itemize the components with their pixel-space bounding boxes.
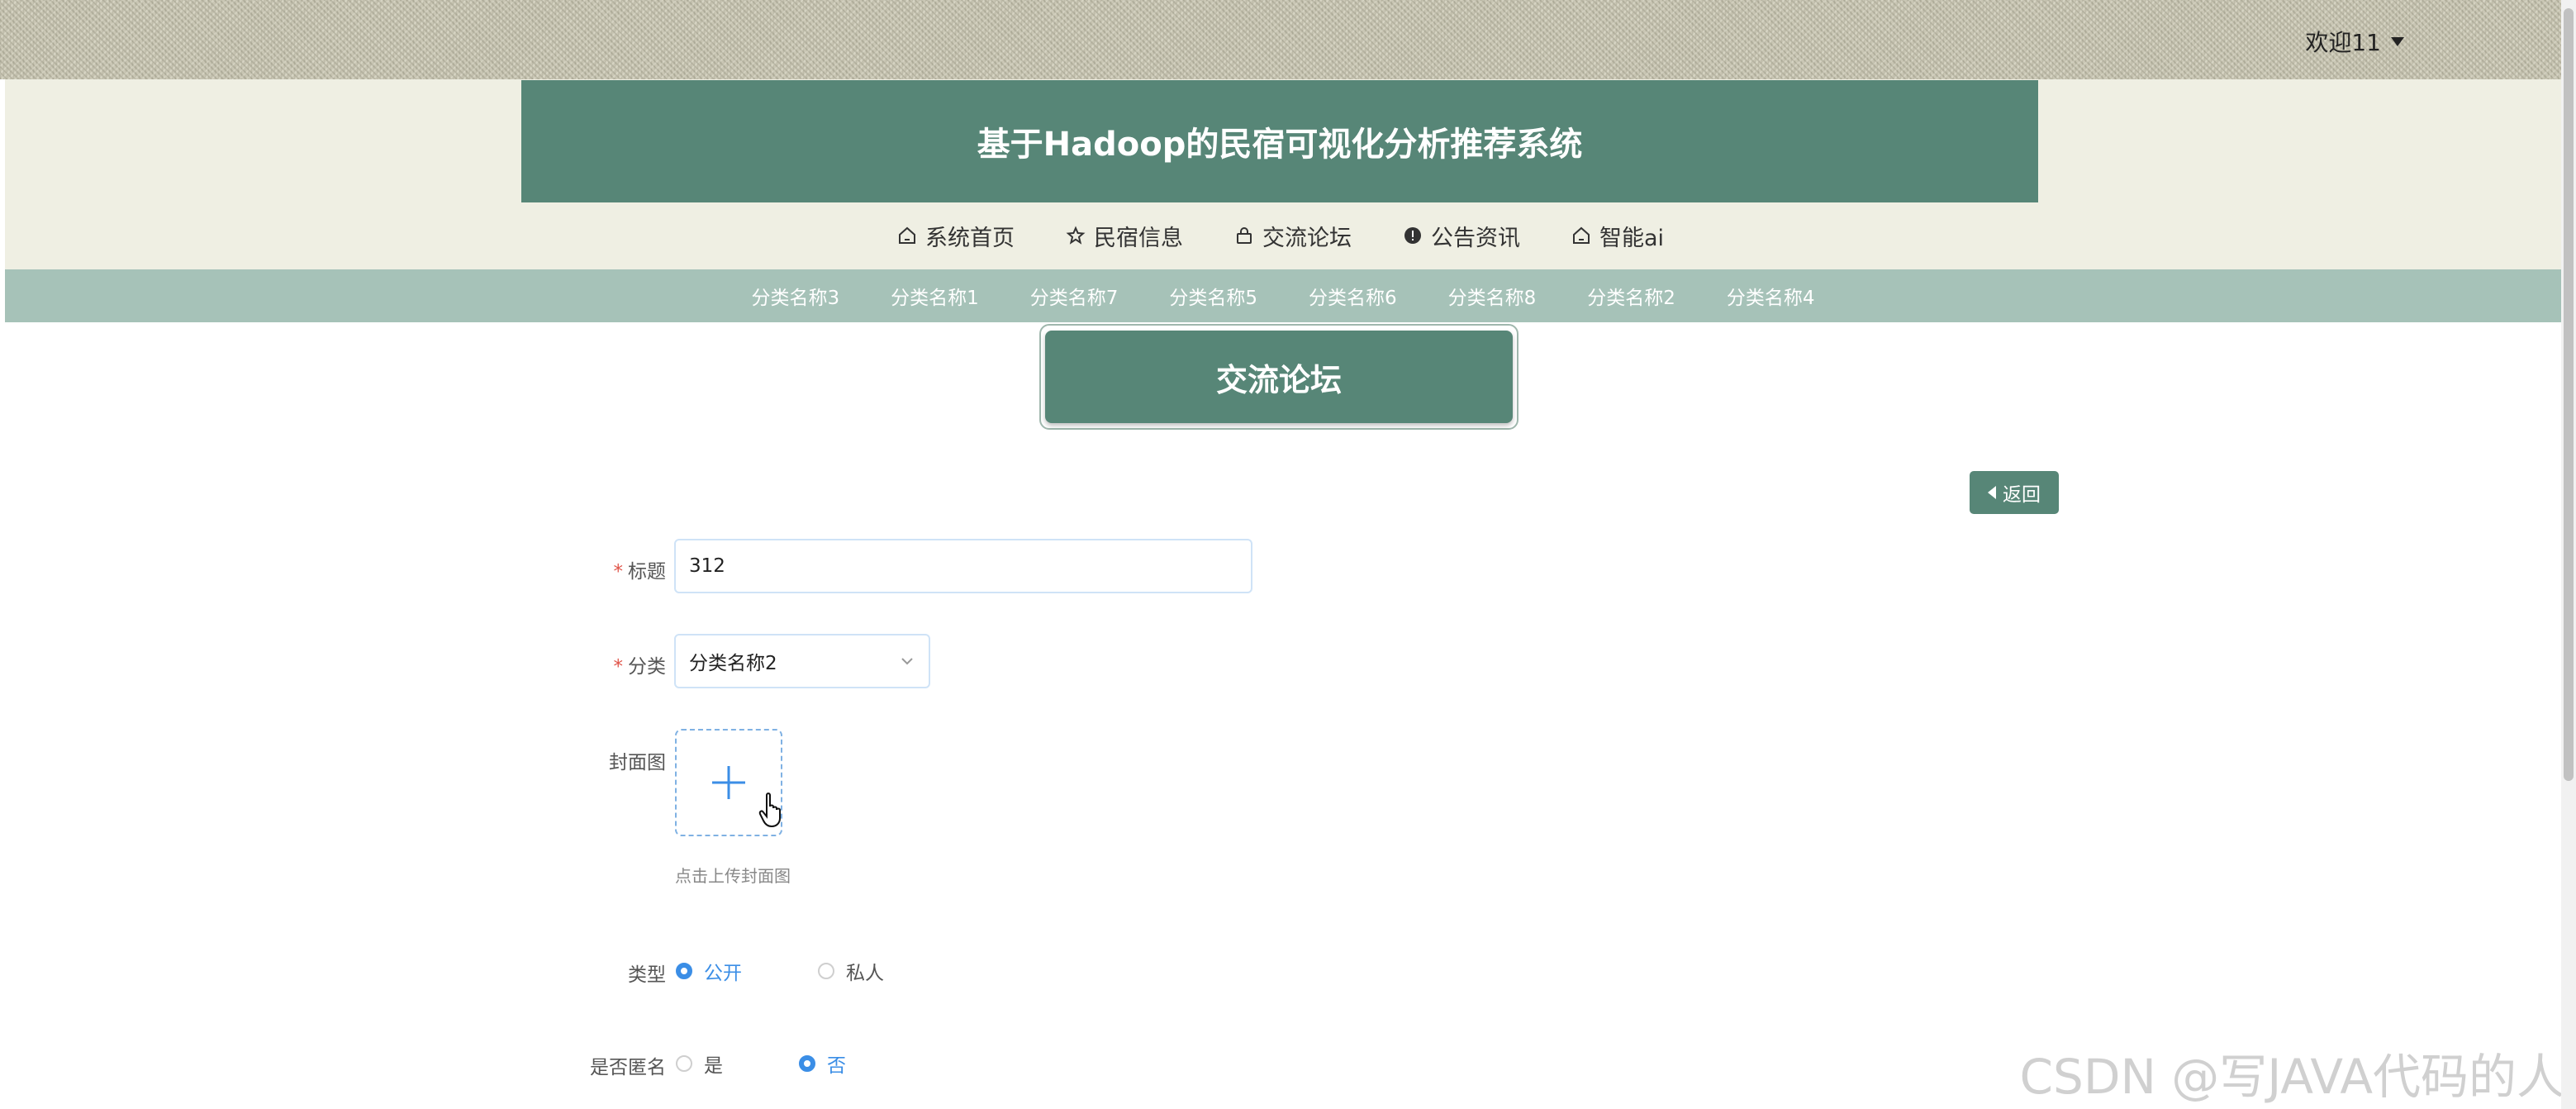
- nav-item-home[interactable]: 系统首页: [897, 220, 1015, 252]
- category-item[interactable]: 分类名称6: [1309, 282, 1397, 310]
- caret-left-icon: [1988, 486, 1996, 499]
- category-field-label: * 分类: [501, 650, 667, 678]
- vertical-scrollbar[interactable]: [2561, 0, 2576, 1109]
- title-label-text: 标题: [628, 561, 666, 583]
- chevron-down-icon: [901, 658, 913, 665]
- required-asterisk: *: [613, 561, 624, 583]
- back-button-label: 返回: [2003, 484, 2041, 506]
- top-texture-band: 欢迎11: [0, 0, 2561, 79]
- category-item[interactable]: 分类名称4: [1727, 282, 1815, 310]
- type-radio-public[interactable]: 公开: [676, 957, 742, 985]
- hand-cursor-icon: [758, 792, 781, 828]
- star-icon: [1066, 226, 1086, 245]
- required-asterisk: *: [613, 656, 624, 678]
- alert-icon: [1404, 227, 1421, 244]
- type-radio-private[interactable]: 私人: [818, 957, 884, 985]
- back-button[interactable]: 返回: [1970, 471, 2059, 514]
- nav-label: 交流论坛: [1262, 225, 1352, 251]
- category-item[interactable]: 分类名称7: [1030, 282, 1119, 310]
- user-welcome-dropdown[interactable]: 欢迎11: [2305, 25, 2404, 58]
- title-field-label: * 标题: [501, 555, 667, 583]
- system-title: 基于Hadoop的民宿可视化分析推荐系统: [977, 126, 1583, 164]
- category-item[interactable]: 分类名称1: [891, 282, 979, 310]
- category-item[interactable]: 分类名称2: [1587, 282, 1675, 310]
- radio-label: 是: [704, 1055, 723, 1077]
- nav-label: 民宿信息: [1093, 225, 1183, 251]
- type-radio-group: 公开 私人: [676, 957, 884, 985]
- title-input[interactable]: [674, 539, 1252, 593]
- nav-item-homestay[interactable]: 民宿信息: [1066, 220, 1183, 252]
- nav-label: 公告资讯: [1430, 225, 1520, 251]
- category-item[interactable]: 分类名称3: [751, 282, 839, 310]
- anonymous-label-text: 是否匿名: [590, 1057, 666, 1078]
- page: 欢迎11 基于Hadoop的民宿可视化分析推荐系统 系统首页 民宿信息 交流论坛…: [0, 0, 2576, 1109]
- radio-dot: [799, 1055, 815, 1072]
- anonymous-radio-no[interactable]: 否: [799, 1050, 846, 1078]
- home-icon: [898, 226, 915, 244]
- nav-item-announcements[interactable]: 公告资讯: [1403, 220, 1520, 252]
- main-navigation: 系统首页 民宿信息 交流论坛 公告资讯 智能ai: [0, 207, 2561, 264]
- csdn-watermark: CSDN @写JAVA代码的人: [2019, 1049, 2565, 1105]
- nav-item-ai[interactable]: 智能ai: [1571, 220, 1664, 252]
- anonymous-radio-group: 是 否: [676, 1050, 846, 1078]
- anonymous-radio-yes[interactable]: 是: [676, 1050, 723, 1078]
- page-title: 交流论坛: [1215, 361, 1342, 398]
- radio-dot: [676, 963, 692, 979]
- radio-label: 否: [827, 1055, 846, 1077]
- radio-dot: [676, 1055, 692, 1072]
- category-label-text: 分类: [628, 656, 666, 678]
- welcome-text: 欢迎11: [2305, 29, 2381, 56]
- type-label-text: 类型: [628, 964, 666, 986]
- cover-upload-hint: 点击上传封面图: [675, 866, 791, 886]
- page-title-plate: 交流论坛: [1045, 331, 1513, 423]
- lock-icon: [1236, 227, 1252, 244]
- radio-label: 私人: [846, 963, 884, 984]
- page-title-badge: 交流论坛: [1039, 324, 1519, 430]
- nav-label: 智能ai: [1599, 225, 1665, 251]
- nav-item-forum[interactable]: 交流论坛: [1234, 220, 1352, 252]
- category-item[interactable]: 分类名称8: [1448, 282, 1537, 310]
- radio-dot: [818, 963, 834, 979]
- radio-label: 公开: [704, 963, 742, 984]
- category-bar: 分类名称3 分类名称1 分类名称7 分类名称5 分类名称6 分类名称8 分类名称…: [5, 269, 2561, 322]
- category-select-value: 分类名称2: [689, 653, 777, 674]
- system-title-banner: 基于Hadoop的民宿可视化分析推荐系统: [521, 80, 2038, 202]
- plus-icon: [712, 766, 745, 799]
- scrollbar-thumb[interactable]: [2564, 8, 2574, 781]
- category-item[interactable]: 分类名称5: [1169, 282, 1257, 310]
- anonymous-field-label: 是否匿名: [501, 1051, 666, 1079]
- nav-label: 系统首页: [924, 225, 1015, 251]
- category-select[interactable]: 分类名称2: [674, 634, 930, 688]
- caret-down-icon: [2391, 36, 2404, 46]
- cover-field-label: 封面图: [501, 746, 666, 774]
- home-icon: [1572, 226, 1590, 244]
- type-field-label: 类型: [501, 959, 666, 987]
- cover-label-text: 封面图: [609, 752, 666, 773]
